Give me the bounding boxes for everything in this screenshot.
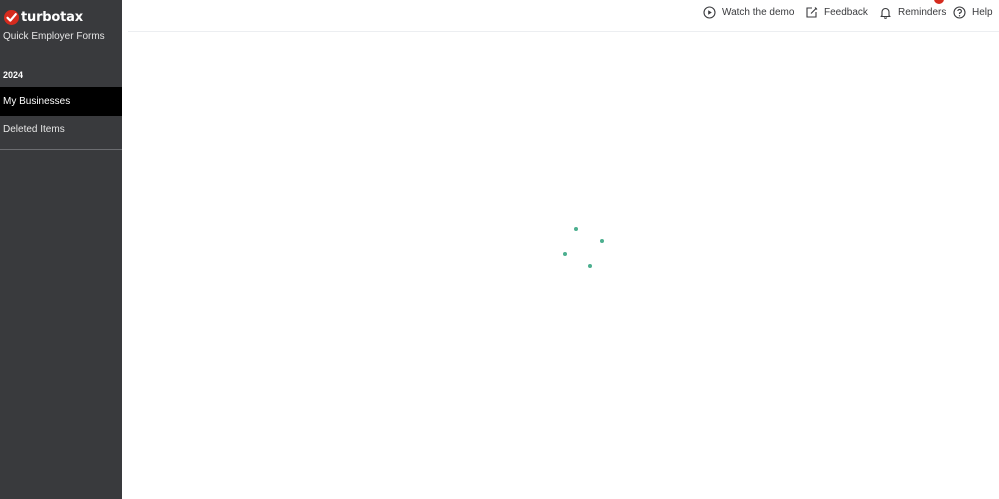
- sidebar-item-my-businesses[interactable]: My Businesses: [0, 87, 122, 116]
- tax-year-label: 2024: [3, 70, 24, 80]
- bell-icon: [879, 6, 892, 19]
- sidebar-item-deleted-items[interactable]: Deleted Items: [0, 115, 122, 144]
- help-button[interactable]: Help: [953, 5, 993, 20]
- sidebar-divider: [0, 149, 122, 150]
- question-circle-icon: [953, 6, 966, 19]
- spinner-dot: [574, 227, 578, 231]
- logo-text: turbotax: [21, 10, 83, 25]
- product-subtitle: Quick Employer Forms: [3, 31, 105, 42]
- feedback-label: Feedback: [824, 7, 868, 18]
- play-circle-icon: [703, 6, 716, 19]
- edit-note-icon: [805, 6, 818, 19]
- help-label: Help: [972, 7, 993, 18]
- watch-demo-button[interactable]: Watch the demo: [703, 5, 794, 20]
- turbotax-logo[interactable]: turbotax: [4, 9, 83, 26]
- spinner-dot: [588, 264, 592, 268]
- watch-demo-label: Watch the demo: [722, 7, 795, 18]
- loading-spinner-icon: [560, 225, 606, 271]
- feedback-button[interactable]: Feedback: [805, 5, 868, 20]
- sidebar: turbotax Quick Employer Forms 2024 My Bu…: [0, 0, 122, 499]
- top-bar: Watch the demo Feedback Reminders Help: [128, 0, 999, 32]
- reminders-label: Reminders: [898, 7, 947, 18]
- spinner-dot: [600, 239, 604, 243]
- reminders-button[interactable]: Reminders: [879, 5, 946, 20]
- turbotax-check-icon: [4, 10, 19, 25]
- spinner-dot: [563, 252, 567, 256]
